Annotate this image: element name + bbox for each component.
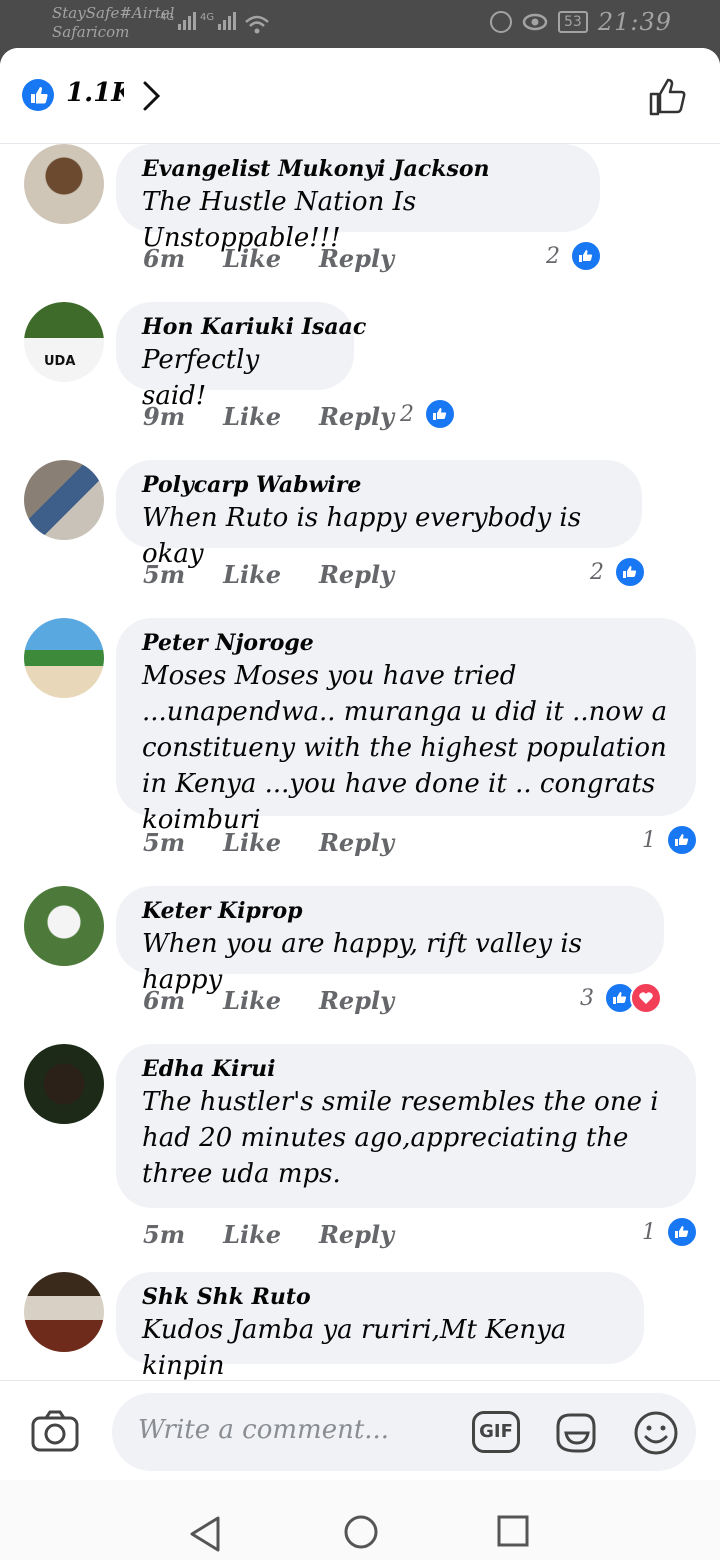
like-button[interactable]: Like: [223, 244, 281, 273]
comment-bubble: Polycarp Wabwire When Ruto is happy ever…: [116, 460, 642, 569]
avatar[interactable]: [24, 460, 104, 540]
reply-button[interactable]: Reply: [319, 402, 394, 431]
reaction-summary[interactable]: 1: [642, 1216, 698, 1248]
signal-icon-2: 4G: [200, 12, 237, 30]
recent-apps-icon[interactable]: [496, 1514, 530, 1548]
comment-author[interactable]: Shk Shk Ruto: [142, 1282, 618, 1312]
avatar[interactable]: [24, 1044, 104, 1124]
reaction-count: 2: [590, 559, 604, 585]
comment-author[interactable]: Edha Kirui: [142, 1054, 670, 1084]
eye-comfort-icon: [522, 13, 548, 31]
emoji-icon[interactable]: [632, 1409, 680, 1457]
data-saver-icon: [490, 11, 512, 33]
comment-author[interactable]: Polycarp Wabwire: [142, 470, 616, 500]
avatar[interactable]: [24, 144, 104, 224]
reaction-summary[interactable]: 3: [580, 982, 662, 1014]
reactions-header: 1.1K: [0, 48, 720, 144]
comment-author[interactable]: Keter Kiprop: [142, 896, 638, 926]
status-bar: StaySafe#Airtel Safaricom 4G 4G 53 21:39: [0, 0, 720, 48]
comment-time: 5m: [143, 560, 186, 589]
reaction-count: 1: [642, 827, 656, 853]
comment-author[interactable]: Hon Kariuki Isaac: [142, 312, 366, 342]
carrier-line-1: StaySafe#Airtel: [52, 4, 175, 22]
reply-button[interactable]: Reply: [319, 1220, 394, 1249]
system-nav-bar: [0, 1480, 720, 1560]
reaction-summary[interactable]: 1: [642, 824, 698, 856]
comment-bubble: Keter Kiprop When you are happy, rift va…: [116, 886, 664, 995]
like-button[interactable]: Like: [223, 402, 281, 431]
reply-button[interactable]: Reply: [319, 986, 394, 1015]
comment-text: Moses Moses you have tried ...unapendwa.…: [142, 661, 668, 835]
comment-list: Evangelist Mukonyi Jackson The Hustle Na…: [0, 144, 720, 1380]
comments-sheet: 1.1K Evangelist Mukonyi Jackson The Hust…: [0, 48, 720, 1560]
reaction-summary[interactable]: 2: [546, 240, 602, 272]
comment-time: 6m: [143, 244, 186, 273]
wifi-icon: [245, 15, 269, 34]
comment-bubble: Shk Shk Ruto Kudos Jamba ya ruriri,Mt Ke…: [116, 1272, 644, 1380]
chevron-right-icon[interactable]: [140, 80, 162, 112]
like-reaction-icon: [666, 1216, 698, 1248]
comment-input[interactable]: Write a comment... GIF: [112, 1393, 696, 1471]
comment-author[interactable]: Evangelist Mukonyi Jackson: [142, 154, 574, 184]
like-reaction-icon: [424, 398, 456, 430]
reaction-summary[interactable]: 2: [590, 556, 646, 588]
comment-composer: Write a comment... GIF: [0, 1380, 720, 1480]
carrier-info: StaySafe#Airtel Safaricom: [52, 4, 174, 42]
love-reaction-icon: [630, 982, 662, 1014]
status-right: 53 21:39: [490, 8, 672, 36]
comment-bubble: Evangelist Mukonyi Jackson The Hustle Na…: [116, 144, 600, 253]
like-button[interactable]: Like: [223, 1220, 281, 1249]
comment-text: The hustler's smile resembles the one i …: [142, 1087, 659, 1189]
like-reaction-icon: [570, 240, 602, 272]
comment-input-placeholder: Write a comment...: [138, 1415, 390, 1445]
gif-button[interactable]: GIF: [472, 1411, 520, 1453]
battery-icon: 53: [558, 11, 588, 33]
comment-meta: 5m Like Reply: [143, 1220, 394, 1249]
reaction-count: 2: [546, 243, 560, 269]
like-button[interactable]: Like: [223, 560, 281, 589]
reply-button[interactable]: Reply: [319, 828, 394, 857]
clock: 21:39: [597, 8, 672, 36]
reaction-summary[interactable]: 2: [400, 398, 456, 430]
reaction-count[interactable]: 1.1K: [66, 78, 124, 108]
avatar-badge-text: UDA: [44, 354, 76, 369]
comment-meta: 5m Like Reply: [143, 560, 394, 589]
back-icon[interactable]: [188, 1514, 222, 1554]
network-type-2: 4G: [200, 12, 215, 23]
like-outline-icon[interactable]: [648, 76, 690, 118]
comment-bubble: Edha Kirui The hustler's smile resembles…: [116, 1044, 696, 1208]
camera-icon[interactable]: [30, 1409, 80, 1453]
like-button[interactable]: Like: [223, 986, 281, 1015]
avatar[interactable]: UDA: [24, 302, 104, 382]
carrier-line-2: Safaricom: [52, 23, 130, 41]
reaction-count: 2: [400, 401, 414, 427]
comment-text: Kudos Jamba ya ruriri,Mt Kenya kinpin: [142, 1315, 567, 1380]
sticker-icon[interactable]: [552, 1409, 600, 1457]
network-type-1: 4G: [160, 12, 175, 23]
avatar[interactable]: [24, 618, 104, 698]
comment-meta: 5m Like Reply: [143, 828, 394, 857]
comment-meta: 9m Like Reply: [143, 402, 394, 431]
signal-icon: 4G: [160, 12, 197, 30]
like-reaction-icon: [614, 556, 646, 588]
comment-bubble: Hon Kariuki Isaac Perfectly said!: [116, 302, 366, 411]
comment-time: 5m: [143, 828, 186, 857]
comment-meta: 6m Like Reply: [143, 244, 394, 273]
like-reaction-icon: [22, 79, 54, 111]
avatar[interactable]: [24, 886, 104, 966]
comment-time: 9m: [143, 402, 186, 431]
comment-meta: 6m Like Reply: [143, 986, 394, 1015]
comment-time: 6m: [143, 986, 186, 1015]
reaction-count: 1: [642, 1219, 656, 1245]
reply-button[interactable]: Reply: [319, 560, 394, 589]
comment-bubble: Peter Njoroge Moses Moses you have tried…: [116, 618, 696, 835]
like-button[interactable]: Like: [223, 828, 281, 857]
comment-time: 5m: [143, 1220, 186, 1249]
home-icon[interactable]: [343, 1514, 379, 1550]
comment-author[interactable]: Peter Njoroge: [142, 628, 670, 658]
avatar[interactable]: [24, 1272, 104, 1352]
reply-button[interactable]: Reply: [319, 244, 394, 273]
like-reaction-icon: [666, 824, 698, 856]
reaction-count: 3: [580, 985, 594, 1011]
